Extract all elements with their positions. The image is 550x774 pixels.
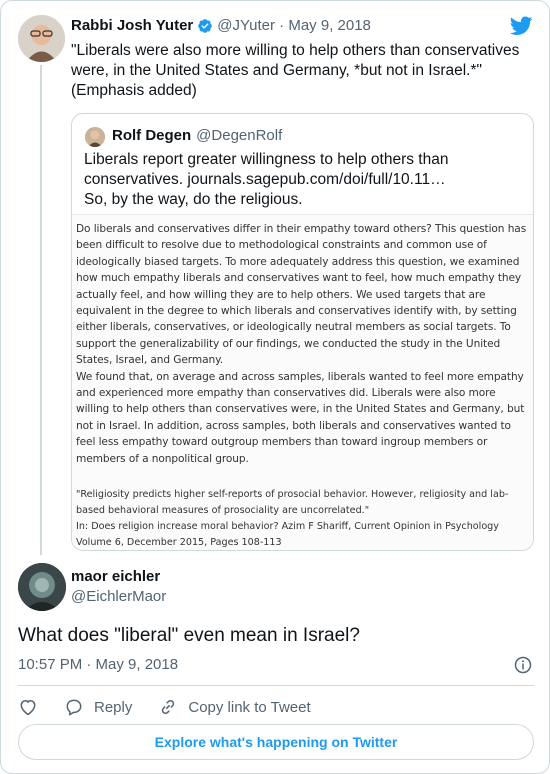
reply-bubble-icon	[66, 699, 82, 716]
info-icon[interactable]	[514, 656, 532, 674]
quoted-tweet-text: Liberals report greater willingness to h…	[84, 151, 449, 208]
verified-badge-icon	[198, 18, 213, 33]
parent-handle-date[interactable]: @JYuter · May 9, 2018	[217, 17, 371, 34]
copy-link-label: Copy link to Tweet	[188, 698, 311, 716]
parent-avatar[interactable]	[18, 15, 65, 62]
image-citation-text: "Religiosity predicts higher self-report…	[76, 489, 509, 548]
divider	[18, 685, 534, 686]
parent-header: Rabbi Josh Yuter @JYuter · May 9, 2018	[71, 17, 371, 34]
quoted-header: Rolf Degen @DegenRolf	[112, 127, 282, 144]
reply-handle[interactable]: @EichlerMaor	[71, 588, 166, 605]
explore-twitter-button[interactable]: Explore what's happening on Twitter	[18, 724, 534, 760]
quoted-handle: @DegenRolf	[196, 127, 283, 144]
tweet-embed-card: Rabbi Josh Yuter @JYuter · May 9, 2018 "…	[0, 0, 550, 774]
quoted-author-name: Rolf Degen	[112, 127, 192, 144]
heart-icon	[20, 699, 36, 716]
parent-tweet-text: "Liberals were also more willing to help…	[71, 42, 520, 99]
like-button[interactable]	[18, 697, 38, 717]
reply-label: Reply	[94, 698, 133, 716]
reply-author-name[interactable]: maor eichler	[71, 568, 160, 585]
reply-timestamp[interactable]: 10:57 PM · May 9, 2018	[18, 656, 178, 673]
quoted-image[interactable]: Do liberals and conservatives differ in …	[72, 214, 533, 550]
quoted-avatar	[85, 127, 105, 147]
copy-link-button[interactable]: Copy link to Tweet	[158, 697, 311, 717]
twitter-logo-icon[interactable]	[510, 16, 533, 36]
reply-button[interactable]: Reply	[64, 697, 132, 717]
reply-avatar[interactable]	[18, 563, 66, 611]
quoted-tweet[interactable]: Rolf Degen @DegenRolf Liberals report gr…	[71, 113, 534, 551]
thread-line	[40, 65, 42, 555]
reply-tweet-text: What does "liberal" even mean in Israel?	[18, 625, 360, 646]
link-icon	[162, 699, 175, 715]
image-abstract-text: Do liberals and conservatives differ in …	[76, 223, 527, 465]
action-bar: Reply Copy link to Tweet	[18, 697, 337, 717]
parent-author-name[interactable]: Rabbi Josh Yuter	[71, 17, 193, 34]
